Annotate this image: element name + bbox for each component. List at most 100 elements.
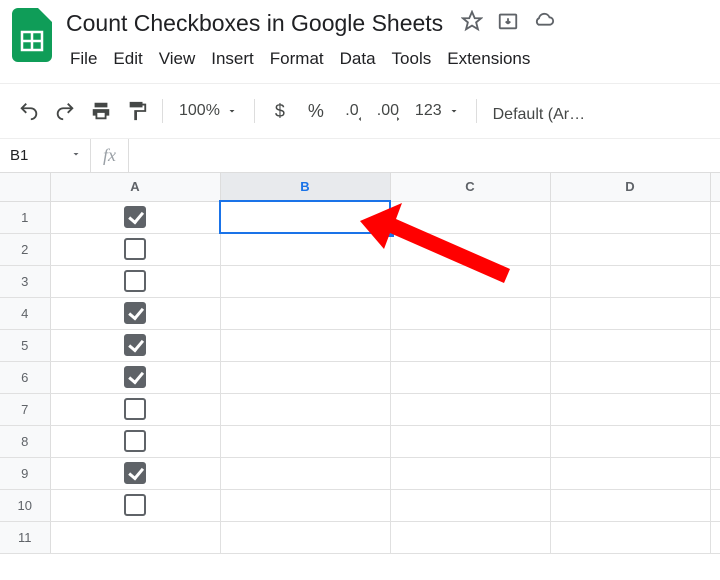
font-dropdown[interactable]: Default (Ari… <box>485 98 595 124</box>
cell[interactable] <box>220 361 390 393</box>
more-formats-dropdown[interactable]: 123 <box>407 102 468 120</box>
row-header[interactable]: 7 <box>0 393 50 425</box>
cell[interactable] <box>550 265 710 297</box>
checkbox-checked-icon[interactable] <box>124 206 146 228</box>
cell[interactable] <box>550 521 710 553</box>
increase-decimal-button[interactable]: .00 <box>371 94 405 128</box>
cell[interactable] <box>50 201 220 233</box>
zoom-dropdown[interactable]: 100% <box>171 102 246 120</box>
cell[interactable] <box>220 393 390 425</box>
name-box[interactable]: B1 <box>0 147 90 164</box>
star-icon[interactable] <box>461 10 483 37</box>
cell[interactable] <box>220 297 390 329</box>
formula-input[interactable] <box>128 139 720 172</box>
row-header[interactable]: 3 <box>0 265 50 297</box>
cell[interactable] <box>550 489 710 521</box>
cell[interactable] <box>550 329 710 361</box>
cell[interactable] <box>710 393 720 425</box>
cell[interactable] <box>550 361 710 393</box>
column-header-C[interactable]: C <box>390 173 550 201</box>
cell[interactable] <box>710 265 720 297</box>
menu-extensions[interactable]: Extensions <box>443 45 540 73</box>
cell[interactable] <box>220 425 390 457</box>
cell[interactable] <box>550 297 710 329</box>
checkbox-unchecked-icon[interactable] <box>124 398 146 420</box>
cell[interactable] <box>220 233 390 265</box>
cell[interactable] <box>50 329 220 361</box>
row-header[interactable]: 6 <box>0 361 50 393</box>
print-button[interactable] <box>84 94 118 128</box>
cell[interactable] <box>710 361 720 393</box>
menu-view[interactable]: View <box>155 45 206 73</box>
cell[interactable] <box>50 297 220 329</box>
cell[interactable] <box>220 265 390 297</box>
cell[interactable] <box>390 329 550 361</box>
cell[interactable] <box>710 489 720 521</box>
document-title[interactable]: Count Checkboxes in Google Sheets <box>66 10 443 37</box>
cloud-icon[interactable] <box>533 10 555 37</box>
menu-file[interactable]: File <box>66 45 107 73</box>
cell[interactable] <box>390 361 550 393</box>
row-header[interactable]: 4 <box>0 297 50 329</box>
cell[interactable] <box>390 489 550 521</box>
undo-button[interactable] <box>12 94 46 128</box>
column-header-A[interactable]: A <box>50 173 220 201</box>
currency-button[interactable]: $ <box>263 94 297 128</box>
menu-format[interactable]: Format <box>266 45 334 73</box>
row-header[interactable]: 8 <box>0 425 50 457</box>
row-header[interactable]: 2 <box>0 233 50 265</box>
cell[interactable] <box>50 233 220 265</box>
row-header[interactable]: 11 <box>0 521 50 553</box>
select-all-corner[interactable] <box>0 173 50 201</box>
cell[interactable] <box>50 265 220 297</box>
cell[interactable] <box>50 489 220 521</box>
cell[interactable] <box>550 233 710 265</box>
cell[interactable] <box>390 233 550 265</box>
row-header[interactable]: 5 <box>0 329 50 361</box>
cell[interactable] <box>50 361 220 393</box>
cell[interactable] <box>710 297 720 329</box>
cell[interactable] <box>710 329 720 361</box>
cell[interactable] <box>390 265 550 297</box>
checkbox-unchecked-icon[interactable] <box>124 238 146 260</box>
fill-handle[interactable] <box>387 230 394 237</box>
move-icon[interactable] <box>497 10 519 37</box>
column-header-B[interactable]: B <box>220 173 390 201</box>
cell[interactable] <box>220 329 390 361</box>
cell[interactable] <box>550 201 710 233</box>
decrease-decimal-button[interactable]: .0 <box>335 94 369 128</box>
menu-tools[interactable]: Tools <box>388 45 442 73</box>
row-header[interactable]: 1 <box>0 201 50 233</box>
cell[interactable] <box>50 457 220 489</box>
spreadsheet-grid[interactable]: ABCD 1234567891011 <box>0 173 720 554</box>
cell[interactable] <box>710 457 720 489</box>
column-header-D[interactable]: D <box>550 173 710 201</box>
cell[interactable] <box>390 521 550 553</box>
cell[interactable] <box>710 425 720 457</box>
sheets-logo[interactable] <box>12 8 52 62</box>
cell[interactable] <box>390 393 550 425</box>
cell[interactable] <box>220 201 390 233</box>
paint-format-button[interactable] <box>120 94 154 128</box>
cell[interactable] <box>220 457 390 489</box>
cell[interactable] <box>50 425 220 457</box>
cell[interactable] <box>390 297 550 329</box>
cell[interactable] <box>220 521 390 553</box>
cell[interactable] <box>50 521 220 553</box>
checkbox-unchecked-icon[interactable] <box>124 430 146 452</box>
cell[interactable] <box>390 457 550 489</box>
row-header[interactable]: 9 <box>0 457 50 489</box>
cell[interactable] <box>550 425 710 457</box>
cell[interactable] <box>390 425 550 457</box>
cell[interactable] <box>390 201 550 233</box>
checkbox-checked-icon[interactable] <box>124 334 146 356</box>
cell[interactable] <box>550 393 710 425</box>
checkbox-checked-icon[interactable] <box>124 462 146 484</box>
row-header[interactable]: 10 <box>0 489 50 521</box>
checkbox-checked-icon[interactable] <box>124 302 146 324</box>
checkbox-checked-icon[interactable] <box>124 366 146 388</box>
percent-button[interactable]: % <box>299 94 333 128</box>
checkbox-unchecked-icon[interactable] <box>124 494 146 516</box>
cell[interactable] <box>220 489 390 521</box>
checkbox-unchecked-icon[interactable] <box>124 270 146 292</box>
